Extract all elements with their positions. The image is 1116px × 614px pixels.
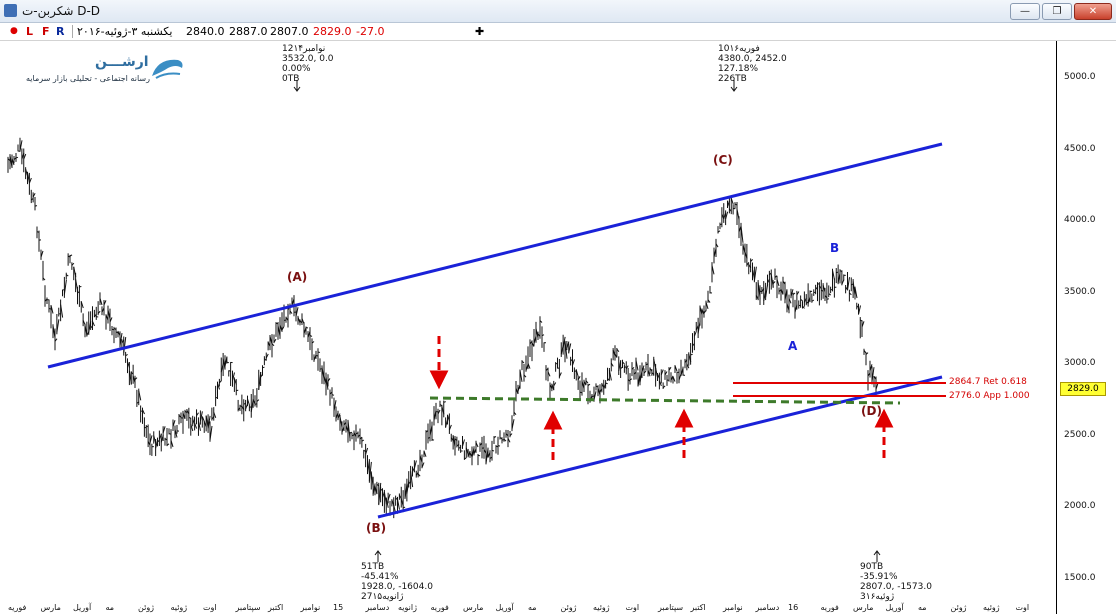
up-arrow-1-head	[543, 410, 563, 430]
price-tick: 5000.0	[1064, 72, 1096, 82]
time-axis-label: ژوئن	[950, 603, 967, 612]
time-axis-label: سپتامبر	[658, 603, 684, 612]
price-bar-tick	[226, 361, 230, 364]
time-axis[interactable]: فوریه مارس آوریل مه ژوئن ژوئیه اوت سپتامبر اکتبر…	[0, 602, 1056, 614]
time-axis-label: نوامبر	[723, 603, 743, 612]
time-axis-label: مه	[918, 603, 927, 612]
time-axis-label: ژوئیه	[983, 603, 1000, 612]
close-icon: ✕	[1088, 6, 1098, 17]
time-axis-label: مه	[105, 603, 115, 612]
time-axis-label: آوریل	[885, 603, 904, 612]
trough-annotation-1: 51TB -45.41% 1928.0, -1604.0 27ژانویه۱۵	[361, 562, 433, 602]
time-axis-label: ژوئن	[560, 603, 577, 612]
price-bar-tick	[491, 449, 495, 452]
add-indicator-button[interactable]: ✚	[475, 25, 484, 38]
time-axis-label: اکتبر	[268, 603, 284, 612]
price-tick: 4000.0	[1064, 215, 1096, 225]
maximize-button[interactable]: ❐	[1042, 3, 1072, 20]
time-axis-label: اوت	[1015, 603, 1030, 612]
price-bar-tick	[690, 353, 693, 356]
logo-name: ارشـــن	[95, 54, 149, 70]
record-dot-icon: ●	[10, 26, 18, 36]
bull-logo-icon	[152, 59, 183, 79]
price-bar-tick	[443, 401, 446, 403]
current-price-tag: 2829.0	[1060, 382, 1106, 396]
time-axis-label: آوریل	[73, 603, 92, 612]
wave-label-A-major: (A)	[287, 270, 308, 284]
price-tick: 2000.0	[1064, 501, 1096, 511]
price-axis[interactable]: 5000.0 4500.0 4000.0 3500.0 3000.0 2500.…	[1056, 41, 1116, 614]
wave-label-C-major: (C)	[713, 153, 733, 167]
time-axis-label: اوت	[203, 603, 217, 612]
time-axis-label: نوامبر	[300, 603, 321, 612]
flag-f-button[interactable]: F	[42, 25, 50, 38]
quote-open: 2840.0	[186, 25, 225, 38]
price-bar-tick	[15, 156, 19, 159]
flag-r-button[interactable]: R	[56, 25, 64, 38]
time-axis-label: مارس	[463, 603, 484, 612]
time-axis-label: اوت	[625, 603, 640, 612]
time-axis-label: سپتامبر	[235, 603, 261, 612]
time-axis-label: ژوئیه	[170, 603, 188, 612]
time-axis-label: دسامبر	[755, 603, 780, 612]
window-title: شکربن-ت D-D	[22, 4, 101, 18]
price-bar-tick	[431, 438, 435, 441]
time-axis-label: فوریه	[430, 603, 449, 612]
time-axis-label: آوریل	[495, 603, 514, 612]
trough-annotation-2: 90TB -35.91% 2807.0, -1573.0 3ژوئیه۱۶	[860, 562, 932, 602]
restore-icon: ❐	[1052, 6, 1062, 17]
price-bar-tick	[331, 394, 335, 396]
flag-l-button[interactable]: L	[26, 25, 33, 38]
time-axis-label: ژوئیه	[593, 603, 610, 612]
wave-label-D-major: (D)	[861, 404, 882, 418]
app-icon	[4, 4, 17, 17]
price-tick: 3000.0	[1064, 358, 1096, 368]
wave-label-B-major: (B)	[366, 521, 387, 535]
window-titlebar[interactable]: شکربن-ت D-D — ❐ ✕	[0, 0, 1116, 23]
price-bar-tick	[605, 382, 608, 385]
close-button[interactable]: ✕	[1074, 3, 1112, 20]
appreciation-label: 2776.0 App 1.000	[949, 391, 1030, 401]
quote-low: 2807.0	[270, 25, 309, 38]
minimize-button[interactable]: —	[1010, 3, 1040, 20]
quote-close: 2829.0	[313, 25, 352, 38]
time-axis-label: 15	[333, 603, 344, 612]
time-axis-label: 16	[788, 603, 799, 612]
quote-change: -27.0	[356, 25, 385, 38]
annotation-arrow-bot1	[374, 550, 382, 562]
price-tick: 2500.0	[1064, 430, 1096, 440]
wave-label-A-minor: A	[788, 339, 798, 353]
time-axis-label: فوریه	[8, 603, 27, 612]
logo-tagline: رسانه اجتماعی - تحلیلی بازار سرمایه	[26, 74, 150, 83]
support-dashed-line[interactable]	[429, 396, 901, 405]
price-bar-tick	[477, 454, 481, 457]
peak-annotation-2: 10فوریه۱۶ 4380.0, 2452.0 127.18% 226TB	[718, 44, 787, 84]
price-tick: 4500.0	[1064, 144, 1096, 154]
time-axis-label: مارس	[853, 603, 874, 612]
quote-high: 2887.0	[229, 25, 268, 38]
time-axis-label: مه	[528, 603, 537, 612]
time-axis-label: فوریه	[820, 603, 839, 612]
price-tick: 3500.0	[1064, 287, 1096, 297]
price-bar-tick	[305, 326, 309, 329]
time-axis-label: دسامبر	[365, 603, 390, 612]
annotation-arrow-bot2	[873, 550, 881, 562]
down-arrow-head	[429, 370, 449, 390]
price-tick: 1500.0	[1064, 573, 1096, 583]
quote-date: یکشنبه ۳-ژوئیه-۲۰۱۶	[72, 25, 172, 38]
price-chart[interactable]	[0, 41, 1116, 614]
quote-toolbar: ● L F R یکشنبه ۳-ژوئیه-۲۰۱۶ 2840.0 2887.…	[0, 23, 1116, 41]
price-bars	[7, 137, 879, 519]
time-axis-label: اکتبر	[690, 603, 706, 612]
time-axis-label: ژوئن	[138, 603, 155, 612]
peak-annotation-1: 12نوامبر۱۴ 3532.0, 0.0 0.00% 0TB	[282, 44, 334, 84]
up-arrow-2-head	[674, 408, 694, 428]
channel-upper-line[interactable]	[47, 142, 943, 369]
time-axis-label: مارس	[40, 603, 61, 612]
time-axis-label: ژانویه	[398, 603, 417, 612]
minimize-icon: —	[1020, 6, 1030, 17]
retracement-label: 2864.7 Ret 0.618	[949, 377, 1027, 387]
wave-label-B-minor: B	[830, 241, 840, 255]
